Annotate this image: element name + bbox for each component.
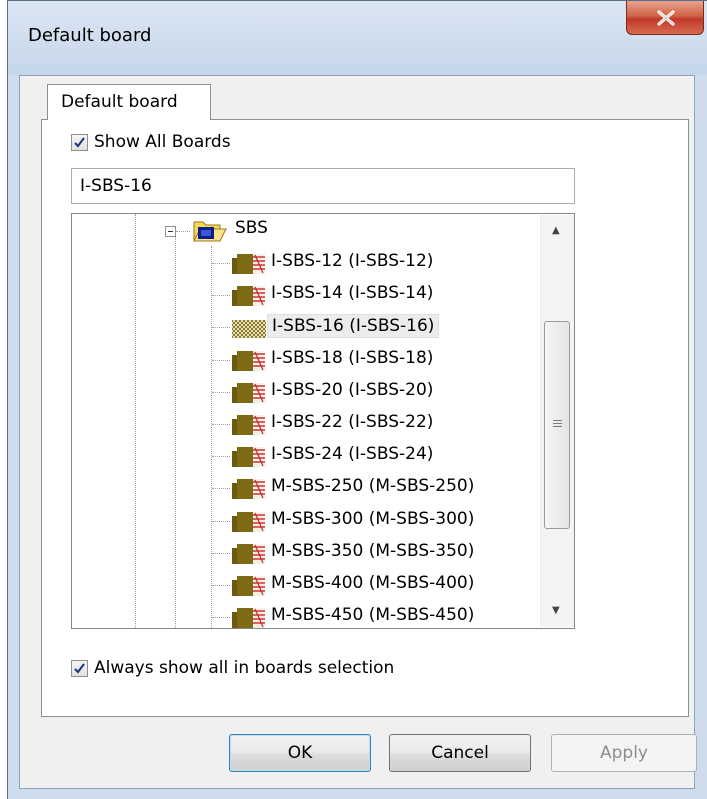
window-title: Default board xyxy=(28,25,152,46)
tree-item-label: I-SBS-12 (I-SBS-12) xyxy=(271,251,434,271)
checkmark-icon xyxy=(74,137,85,148)
board-icon xyxy=(232,608,265,628)
board-icon xyxy=(232,479,265,500)
tree-item[interactable]: I-SBS-24 (I-SBS-24) xyxy=(72,440,542,472)
tree-connector xyxy=(212,520,230,522)
board-icon xyxy=(232,447,265,468)
tree-connector xyxy=(212,327,230,329)
tree-item[interactable]: I-SBS-22 (I-SBS-22) xyxy=(72,408,542,440)
tree-connector xyxy=(212,359,230,361)
board-icon xyxy=(232,350,265,371)
grip-line xyxy=(553,420,562,421)
board-icon xyxy=(232,286,265,307)
board-icon xyxy=(232,320,266,339)
tree-item-label: I-SBS-22 (I-SBS-22) xyxy=(271,412,434,432)
tab-default-board[interactable]: Default board xyxy=(47,84,211,120)
scroll-up-icon[interactable]: ▲ xyxy=(552,225,560,236)
folder-open-icon xyxy=(193,221,227,242)
tree-item[interactable]: I-SBS-12 (I-SBS-12) xyxy=(72,247,542,279)
grip-line xyxy=(553,423,562,424)
always-show-all-checkbox[interactable] xyxy=(71,660,88,677)
tree-item-label: M-SBS-350 (M-SBS-350) xyxy=(271,540,475,561)
tree-connector xyxy=(212,456,230,458)
tab-label: Default board xyxy=(61,92,178,112)
title-bar: Default board xyxy=(8,1,707,75)
tree-item-label: M-SBS-450 (M-SBS-450) xyxy=(271,605,475,626)
tree-connector xyxy=(176,231,190,232)
board-icon xyxy=(232,382,265,403)
tree-connector xyxy=(212,263,230,264)
tree-connector xyxy=(212,391,230,393)
close-icon xyxy=(657,10,675,26)
scrollbar-thumb[interactable] xyxy=(544,321,570,529)
cancel-button[interactable]: Cancel xyxy=(389,734,531,772)
tree-connector xyxy=(212,585,230,586)
tree-item-label: M-SBS-250 (M-SBS-250) xyxy=(271,476,475,497)
tree-item[interactable]: M-SBS-300 (M-SBS-300) xyxy=(72,505,542,537)
board-icon xyxy=(232,511,265,532)
tree-item[interactable]: M-SBS-250 (M-SBS-250) xyxy=(72,472,542,504)
tree-item-label: I-SBS-16 (I-SBS-16) xyxy=(267,314,440,339)
board-icon xyxy=(232,543,265,564)
tree-connector xyxy=(212,295,230,297)
tree-item[interactable]: I-SBS-16 (I-SBS-16) xyxy=(72,311,542,343)
dialog-window: Default board Default board Show All Boa… xyxy=(7,0,707,799)
tree-item-label: I-SBS-14 (I-SBS-14) xyxy=(271,283,434,304)
tree-item-label: M-SBS-400 (M-SBS-400) xyxy=(271,573,475,593)
tree-folder-label: SBS xyxy=(235,218,268,238)
tree-item-label: I-SBS-24 (I-SBS-24) xyxy=(271,444,434,465)
collapse-toggle[interactable] xyxy=(165,226,176,237)
board-tree[interactable]: SBS I-SBS-12 (I-SBS-12) I-SBS-14 (I-SBS-1… xyxy=(71,213,575,629)
tree-item-label: M-SBS-300 (M-SBS-300) xyxy=(271,508,475,529)
dialog-client-area: Default board Show All Boards I-SBS-16 S… xyxy=(19,75,697,789)
board-icon xyxy=(232,576,265,596)
tree-item[interactable]: M-SBS-450 (M-SBS-450) xyxy=(72,601,542,628)
close-button[interactable] xyxy=(626,1,704,35)
tree-item-label: I-SBS-18 (I-SBS-18) xyxy=(271,347,434,368)
tree-item-label: I-SBS-20 (I-SBS-20) xyxy=(271,379,434,400)
always-show-all-label: Always show all in boards selection xyxy=(94,658,395,678)
show-all-boards-checkbox[interactable] xyxy=(71,134,88,151)
tree-item[interactable]: I-SBS-18 (I-SBS-18) xyxy=(72,344,542,376)
board-icon xyxy=(232,415,265,435)
tree-item[interactable]: I-SBS-14 (I-SBS-14) xyxy=(72,279,542,311)
tab-panel: Show All Boards SBS I-SBS-12 (I-SBS-12) I… xyxy=(41,119,689,717)
scroll-down-icon[interactable]: ▼ xyxy=(552,605,560,616)
tree-item[interactable]: M-SBS-400 (M-SBS-400) xyxy=(72,569,542,601)
grip-line xyxy=(553,426,562,427)
tree-connector xyxy=(212,617,230,619)
ok-button[interactable]: OK xyxy=(229,734,371,772)
tree-connector xyxy=(212,424,230,425)
board-name-input[interactable] xyxy=(71,168,575,204)
checkmark-icon xyxy=(74,663,85,674)
tree-vertical-scrollbar[interactable]: ▲ ▼ xyxy=(540,215,574,627)
tree-item[interactable]: I-SBS-20 (I-SBS-20) xyxy=(72,376,542,408)
tree-item[interactable]: M-SBS-350 (M-SBS-350) xyxy=(72,537,542,569)
tree-connector xyxy=(212,552,230,554)
tree-connector xyxy=(212,488,230,490)
apply-button[interactable]: Apply xyxy=(551,734,697,772)
board-icon xyxy=(232,254,265,274)
show-all-boards-label: Show All Boards xyxy=(94,132,231,152)
